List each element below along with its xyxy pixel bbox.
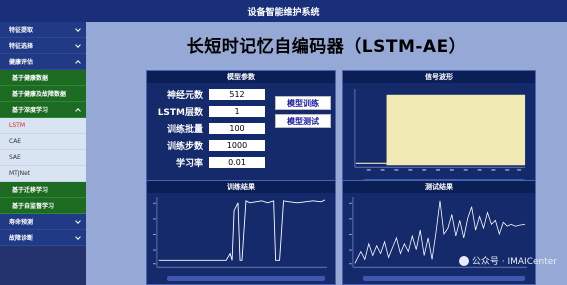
train-steps-input[interactable]: 1000: [209, 139, 265, 151]
chart-zoom-slider[interactable]: [167, 276, 325, 281]
sidebar-item-label: 故障诊断: [9, 235, 34, 242]
sidebar-item-deep-learning[interactable]: 基于深度学习: [0, 102, 86, 118]
lstm-layers-input[interactable]: 1: [209, 105, 265, 117]
sidebar-item-label: 基于深度学习: [12, 107, 49, 114]
param-label: 学习率: [175, 158, 203, 169]
test-result-panel: 测试结果: [342, 180, 536, 285]
sidebar-item-label: 基于自监督学习: [12, 203, 55, 210]
app-title: 设备智能维护系统: [247, 7, 320, 18]
chevron-up-icon: [75, 107, 81, 114]
panel-title: 训练结果: [147, 181, 335, 193]
batch-size-input[interactable]: 100: [209, 122, 265, 134]
watermark-text: 公众号 · IMAICenter: [471, 257, 557, 267]
sidebar-item-label: 寿命预测: [9, 219, 34, 226]
app-title-bar: 设备智能维护系统: [0, 0, 567, 22]
page-title: 长短时记忆自编码器（LSTM-AE）: [186, 37, 467, 57]
sidebar: 特征提取 特征选择 健康评估 基于健康数据 基于健康及故障数据 基于深度学习 L…: [0, 22, 86, 285]
sidebar-item-lstm[interactable]: LSTM: [0, 118, 86, 134]
sidebar-item-feature-selection[interactable]: 特征选择: [0, 38, 86, 54]
chevron-down-icon: [75, 217, 81, 224]
train-model-button[interactable]: 模型训练: [275, 96, 331, 110]
param-row: 训练批量 100: [147, 121, 265, 135]
panel-title: 测试结果: [343, 181, 535, 193]
sidebar-item-label: 基于健康及故障数据: [12, 91, 67, 98]
wechat-icon: [458, 255, 469, 266]
param-label: 训练批量: [166, 124, 203, 135]
chevron-down-icon: [75, 233, 81, 240]
chevron-down-icon: [75, 25, 81, 32]
sidebar-item-label: 特征选择: [9, 43, 34, 50]
sidebar-item-label: 特征提取: [9, 27, 34, 34]
param-label: LSTM层数: [157, 107, 203, 118]
sidebar-item-label: LSTM: [9, 122, 25, 129]
sidebar-item-label: CAE: [9, 138, 22, 145]
sidebar-item-health-data[interactable]: 基于健康数据: [0, 70, 86, 86]
watermark: 公众号 · IMAICenter: [458, 254, 557, 267]
sidebar-item-mtjnet[interactable]: MTJNet: [0, 166, 86, 182]
sidebar-item-label: 健康评估: [9, 59, 34, 66]
panel-title: 模型参数: [147, 71, 335, 83]
neurons-input[interactable]: 512: [209, 88, 265, 100]
training-result-chart: [151, 195, 331, 274]
param-label: 神经元数: [166, 90, 203, 101]
param-row: LSTM层数 1: [147, 104, 265, 118]
param-row: 学习率 0.01: [147, 155, 265, 169]
sidebar-item-self-supervised[interactable]: 基于自监督学习: [0, 198, 86, 214]
sidebar-item-label: 基于迁移学习: [12, 187, 49, 194]
chevron-down-icon: [75, 41, 81, 48]
sidebar-item-cae[interactable]: CAE: [0, 134, 86, 150]
param-label: 训练步数: [166, 141, 203, 152]
chart-zoom-slider[interactable]: [363, 276, 525, 281]
signal-fill: [386, 94, 526, 166]
sidebar-item-fault-diagnosis[interactable]: 故障诊断: [0, 230, 86, 246]
signal-waveform-chart: [347, 85, 531, 177]
sidebar-item-label: 基于健康数据: [12, 75, 49, 82]
training-result-svg: [152, 196, 328, 268]
sidebar-item-transfer-learning[interactable]: 基于迁移学习: [0, 182, 86, 198]
sidebar-item-label: MTJNet: [9, 170, 31, 177]
main-content: 长短时记忆自编码器（LSTM-AE） 模型参数 神经元数 512 LSTM层数 …: [86, 22, 567, 285]
chevron-up-icon: [75, 59, 81, 66]
param-row: 神经元数 512: [147, 87, 265, 101]
learning-rate-input[interactable]: 0.01: [209, 156, 265, 168]
param-row: 训练步数 1000: [147, 138, 265, 152]
model-params-panel: 模型参数 神经元数 512 LSTM层数 1 训练批量 100 训练步数 100…: [146, 70, 336, 188]
sidebar-item-feature-extraction[interactable]: 特征提取: [0, 22, 86, 38]
test-model-button[interactable]: 模型测试: [275, 114, 331, 128]
sidebar-item-health-assessment[interactable]: 健康评估: [0, 54, 86, 70]
training-result-panel: 训练结果: [146, 180, 336, 285]
sidebar-item-life-prediction[interactable]: 寿命预测: [0, 214, 86, 230]
sidebar-item-sae[interactable]: SAE: [0, 150, 86, 166]
sidebar-item-label: SAE: [9, 154, 21, 161]
signal-waveform-panel: 信号波形: [342, 70, 536, 188]
sidebar-item-health-fault-data[interactable]: 基于健康及故障数据: [0, 86, 86, 102]
panel-title: 信号波形: [343, 71, 535, 83]
signal-waveform-svg: [347, 85, 531, 177]
